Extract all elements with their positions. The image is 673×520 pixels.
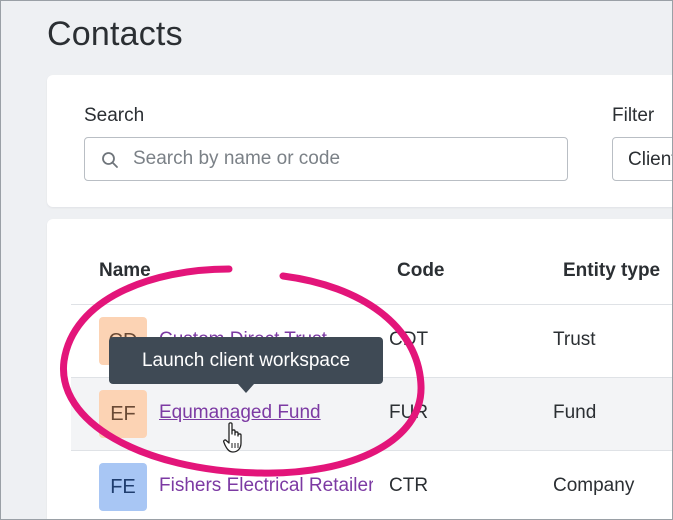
- table-row[interactable]: FE Fishers Electrical Retailers CTR Comp…: [71, 450, 672, 519]
- tooltip: Launch client workspace: [109, 337, 383, 384]
- search-field[interactable]: [84, 137, 568, 181]
- avatar: EF: [99, 390, 147, 438]
- filter-select[interactable]: Clients: [612, 137, 672, 181]
- client-name-link[interactable]: Fishers Electrical Retailers: [159, 475, 373, 497]
- hand-pointer-icon: [223, 422, 242, 453]
- tooltip-arrow: [238, 384, 254, 393]
- filter-selected-value: Clients: [628, 149, 672, 170]
- table-row[interactable]: EF Equmanaged Fund FUR Fund: [71, 377, 672, 450]
- column-header-name[interactable]: Name: [99, 260, 151, 282]
- client-code: FUR: [389, 402, 429, 423]
- search-icon: [102, 152, 118, 168]
- avatar: FE: [99, 463, 147, 511]
- column-header-code[interactable]: Code: [397, 260, 445, 282]
- entity-type: Fund: [553, 402, 597, 423]
- app-window: Contacts Search Filter Clients Name Code…: [0, 0, 673, 520]
- entity-type: Trust: [553, 329, 596, 350]
- filter-label: Filter: [612, 105, 655, 126]
- column-header-entity-type[interactable]: Entity type: [563, 260, 660, 282]
- client-code: CDT: [389, 329, 429, 350]
- search-card: Search Filter Clients: [47, 75, 672, 207]
- search-label: Search: [84, 105, 145, 126]
- client-code: CTR: [389, 475, 429, 496]
- page-title: Contacts: [47, 15, 183, 53]
- entity-type: Company: [553, 475, 635, 496]
- search-input[interactable]: [133, 138, 553, 180]
